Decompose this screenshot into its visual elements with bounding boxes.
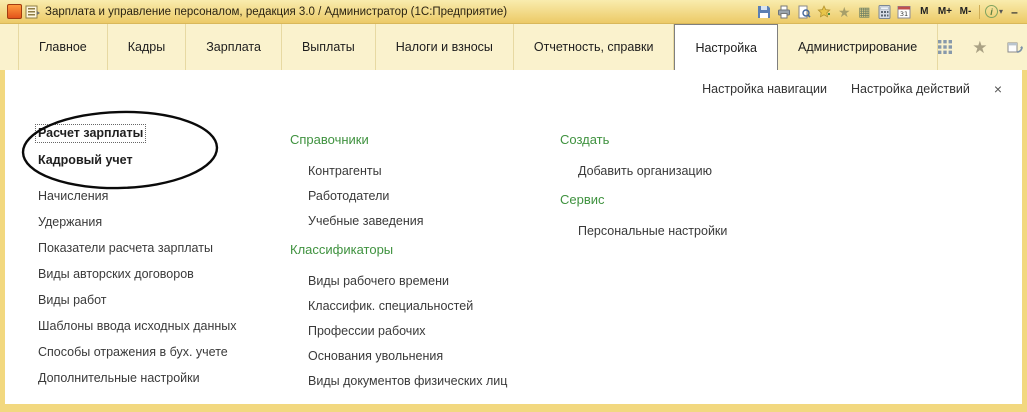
nav-item-klassifik-specialnostey[interactable]: Классифик. специальностей [308,300,473,313]
nav-item-rabotodateli[interactable]: Работодатели [308,190,389,203]
nav-item-dopolnitelnye-nastroyki[interactable]: Дополнительные настройки [38,372,200,385]
group-spravochniki: Справочники Контрагенты Работодатели Уче… [290,133,507,228]
panel-actions: Настройка навигации Настройка действий × [702,82,1002,96]
tab-zarplata[interactable]: Зарплата [186,24,282,70]
nav-item-sposoby-otrazheniya[interactable]: Способы отражения в бух. учете [38,346,228,359]
favorites-add-icon[interactable] [816,3,833,20]
print-preview-icon[interactable] [796,3,813,20]
nav-item-kontragenty[interactable]: Контрагенты [308,165,382,178]
group-title-spravochniki: Справочники [290,133,369,147]
group-title-klassifikatory: Классификаторы [290,243,393,257]
nav-item-pokazateli-rascheta[interactable]: Показатели расчета зарплаты [38,242,213,255]
tab-nastroyka[interactable]: Настройка [674,24,778,70]
app-window: Зарплата и управление персоналом, редакц… [0,0,1027,412]
tab-main[interactable]: Главное [18,24,108,70]
titlebar-toolbar: ★ ▦ 31 M M+ M- i▾ – [756,3,1023,20]
nav-item-raschet-zarplaty[interactable]: Расчет зарплаты [38,127,143,140]
titlebar: Зарплата и управление персоналом, редакц… [0,0,1027,24]
navigation-settings-link[interactable]: Настройка навигации [702,82,827,96]
section-tabbar: Главное Кадры Зарплата Выплаты Налоги и … [0,24,1027,70]
history-icon[interactable] [1007,40,1023,55]
favorites-icon[interactable]: ★ [836,3,853,20]
app-icon [7,4,22,19]
table-icon[interactable]: ▦ [856,3,873,20]
group-servis: Сервис Персональные настройки [560,193,727,238]
group-title-servis: Сервис [560,193,605,207]
nav-column-right: Создать Добавить организацию Сервис Перс… [560,133,727,253]
calculator-icon[interactable] [876,3,893,20]
close-icon[interactable]: × [994,82,1002,96]
nav-item-osnovaniya-uvolneniya[interactable]: Основания увольнения [308,350,443,363]
nav-item-shablony-vvoda[interactable]: Шаблоны ввода исходных данных [38,320,237,333]
nav-item-uderzhaniya[interactable]: Удержания [38,216,102,229]
tab-kadry[interactable]: Кадры [108,24,186,70]
main-menu-icon[interactable] [25,5,41,19]
memory-subtract-button[interactable]: M- [957,3,974,20]
nav-item-vidy-dokumentov-fizlic[interactable]: Виды документов физических лиц [308,375,507,388]
chevron-down-icon: ▾ [999,7,1003,16]
window-title: Зарплата и управление персоналом, редакц… [45,6,507,18]
nav-item-vidy-avtorskih-dogovorov[interactable]: Виды авторских договоров [38,268,194,281]
group-klassifikatory: Классификаторы Виды рабочего времени Кла… [290,243,507,388]
nav-column-middle: Справочники Контрагенты Работодатели Уче… [290,133,507,403]
tabbar-toolbar: ★ [938,24,1027,70]
memory-recall-button[interactable]: M [916,3,933,20]
info-icon[interactable]: i▾ [985,3,1003,20]
svg-text:31: 31 [900,10,908,18]
group-sozdat: Создать Добавить организацию [560,133,727,178]
navigation-settings-panel: Настройка навигации Настройка действий ×… [5,70,1022,404]
nav-item-vidy-rabot[interactable]: Виды работ [38,294,107,307]
tab-vyplaty[interactable]: Выплаты [282,24,376,70]
nav-item-vidy-rabochego-vremeni[interactable]: Виды рабочего времени [308,275,449,288]
favorites-star-icon[interactable]: ★ [972,39,987,56]
group-title-sozdat: Создать [560,133,609,147]
nav-item-nachisleniya[interactable]: Начисления [38,190,108,203]
important-commands: Расчет зарплаты Кадровый учет [38,127,237,167]
toolbar-separator [979,5,980,19]
nav-item-dobavit-organizaciyu[interactable]: Добавить организацию [578,165,712,178]
nav-item-personalnye-nastroyki[interactable]: Персональные настройки [578,225,727,238]
nav-item-professii-rabochih[interactable]: Профессии рабочих [308,325,426,338]
actions-settings-link[interactable]: Настройка действий [851,82,970,96]
nav-column-left: Расчет зарплаты Кадровый учет Начисления… [38,127,237,398]
memory-add-button[interactable]: M+ [936,3,954,20]
nav-item-kadrovyy-uchet[interactable]: Кадровый учет [38,154,133,167]
calendar-icon[interactable]: 31 [896,3,913,20]
print-icon[interactable] [776,3,793,20]
tab-nalogi-vznosy[interactable]: Налоги и взносы [376,24,514,70]
minimize-icon[interactable]: – [1006,3,1023,20]
menu-grid-icon[interactable] [938,40,952,54]
nav-item-uchebnye-zavedeniya[interactable]: Учебные заведения [308,215,424,228]
tab-administrirovanie[interactable]: Администрирование [778,24,938,70]
tab-otchetnost-spravki[interactable]: Отчетность, справки [514,24,675,70]
save-icon[interactable] [756,3,773,20]
